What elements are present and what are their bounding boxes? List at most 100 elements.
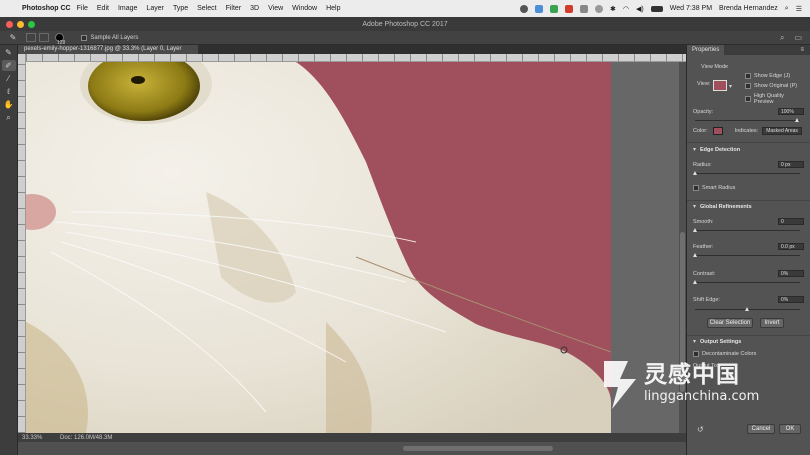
radius-field[interactable]: 0 px	[778, 161, 804, 168]
menu-select[interactable]: Select	[197, 5, 216, 12]
horizontal-scrollbar[interactable]	[18, 442, 686, 455]
dropbox-icon[interactable]	[535, 4, 544, 13]
reset-icon[interactable]: ↺	[697, 425, 704, 434]
high-quality-row[interactable]: High Quality Preview	[745, 93, 804, 105]
show-edge-row[interactable]: Show Edge (J)	[745, 73, 804, 79]
watermark-url: lingganchina.com	[644, 389, 760, 404]
menu-3d[interactable]: 3D	[250, 5, 259, 12]
options-bar: ✎ 128 Sample All Layers ⌕ ▭	[0, 31, 810, 46]
edge-detection-header[interactable]: ▾ Edge Detection	[693, 146, 804, 154]
search-icon[interactable]: ⌕	[780, 33, 784, 43]
hand-tool-icon[interactable]: ✋	[2, 99, 16, 110]
document-canvas[interactable]	[26, 62, 611, 433]
smooth-field[interactable]: 0	[778, 218, 804, 225]
high-quality-checkbox[interactable]	[745, 96, 751, 102]
shift-edge-label: Shift Edge:	[693, 296, 720, 303]
sync-icon[interactable]	[580, 4, 589, 13]
color-swatch[interactable]	[712, 127, 723, 135]
shift-edge-field[interactable]: 0%	[778, 296, 804, 303]
chevron-down-icon[interactable]: ▾	[693, 146, 696, 153]
evernote-icon[interactable]	[550, 4, 559, 13]
feather-label: Feather:	[693, 243, 714, 250]
show-original-checkbox[interactable]	[745, 83, 751, 89]
menu-type[interactable]: Type	[173, 5, 188, 12]
output-settings-header[interactable]: ▾ Output Settings	[693, 338, 804, 346]
menu-image[interactable]: Image	[118, 5, 137, 12]
volume-icon[interactable]: ◀)	[636, 5, 644, 13]
cancel-button[interactable]: Cancel	[747, 424, 775, 434]
smart-radius-row[interactable]: Smart Radius	[693, 185, 804, 191]
horizontal-scroll-thumb[interactable]	[403, 446, 553, 451]
radius-slider-knob[interactable]	[693, 171, 697, 175]
wifi-icon[interactable]: ◠	[623, 5, 629, 13]
brush-tool-icon[interactable]: ⁄	[2, 73, 16, 84]
menu-edit[interactable]: Edit	[97, 5, 109, 12]
menu-window[interactable]: Window	[292, 5, 317, 12]
opacity-slider[interactable]	[695, 118, 800, 122]
add-brush-mode-button[interactable]	[26, 33, 36, 42]
smooth-slider[interactable]	[693, 228, 800, 232]
panel-menu-icon[interactable]: ≡	[800, 47, 810, 53]
status-bar: 33.33% Doc: 126.0M/48.3M	[18, 433, 686, 442]
adobe-cc-icon[interactable]	[565, 4, 574, 13]
opacity-field[interactable]: 100%	[778, 108, 804, 115]
refine-edge-brush-tool-icon[interactable]: ✐	[1, 60, 16, 71]
contrast-field[interactable]: 0%	[778, 270, 804, 277]
view-dropdown-icon[interactable]: ▾	[729, 83, 732, 90]
menu-layer[interactable]: Layer	[146, 5, 164, 12]
clear-selection-button[interactable]: Clear Selection	[707, 318, 753, 328]
time-machine-icon[interactable]	[595, 4, 604, 13]
vertical-ruler[interactable]	[18, 54, 26, 433]
contrast-slider[interactable]	[693, 280, 800, 284]
feather-slider[interactable]	[693, 253, 800, 257]
shift-edge-slider[interactable]	[695, 307, 800, 311]
subtract-brush-mode-button[interactable]	[39, 33, 49, 42]
battery-icon[interactable]	[650, 5, 663, 12]
indicates-select[interactable]: Masked Areas	[762, 127, 802, 135]
radius-slider[interactable]	[693, 171, 800, 175]
app-menu[interactable]: Photoshop CC	[22, 5, 71, 12]
contrast-slider-knob[interactable]	[693, 280, 697, 284]
feather-slider-knob[interactable]	[693, 253, 697, 257]
properties-tab[interactable]: Properties	[687, 45, 725, 55]
record-icon[interactable]	[520, 4, 529, 13]
zoom-tool-icon[interactable]: ⌕	[2, 112, 16, 123]
show-original-row[interactable]: Show Original (P)	[745, 83, 804, 89]
bluetooth-icon[interactable]: ✱	[610, 5, 616, 13]
color-row: Color: Indicates: Masked Areas	[693, 127, 804, 135]
lasso-tool-icon[interactable]: ℓ	[2, 86, 16, 97]
workspace-switcher-icon[interactable]: ▭	[794, 33, 802, 43]
menu-clock[interactable]: Wed 7:38 PM	[670, 5, 712, 12]
horizontal-ruler[interactable]	[26, 54, 686, 62]
spotlight-icon[interactable]: ⌕	[785, 5, 789, 13]
refine-brush-preset-icon[interactable]: ✎	[6, 32, 20, 43]
zoom-level[interactable]: 33.33%	[18, 435, 46, 441]
show-edge-checkbox[interactable]	[745, 73, 751, 79]
menu-view[interactable]: View	[268, 5, 283, 12]
document-info[interactable]: Doc: 126.0M/48.3M	[60, 435, 112, 441]
menu-help[interactable]: Help	[326, 5, 340, 12]
chevron-down-icon[interactable]: ▾	[693, 203, 696, 210]
smooth-row: Smooth: 0	[693, 218, 804, 225]
cat-photo	[26, 62, 611, 433]
invert-button[interactable]: Invert	[760, 318, 784, 328]
notification-center-icon[interactable]: ☰	[796, 5, 802, 13]
smooth-slider-knob[interactable]	[693, 228, 697, 232]
quick-selection-tool-icon[interactable]: ✎	[2, 47, 16, 58]
opacity-slider-knob[interactable]	[795, 118, 799, 122]
show-original-label: Show Original (P)	[754, 83, 798, 89]
sample-all-layers-checkbox[interactable]	[81, 34, 88, 41]
shift-edge-slider-knob[interactable]	[745, 307, 749, 311]
window-title-bar: Adobe Photoshop CC 2017	[0, 17, 810, 31]
ok-button[interactable]: OK	[779, 424, 801, 434]
divider	[687, 200, 810, 201]
menu-filter[interactable]: Filter	[226, 5, 242, 12]
view-mode-thumbnail[interactable]	[713, 80, 727, 91]
menu-file[interactable]: File	[77, 5, 88, 12]
document-tab[interactable]: pexels-emily-hopper-1316877.jpg @ 33.3% …	[18, 45, 198, 61]
feather-field[interactable]: 0.0 px	[778, 243, 804, 250]
smart-radius-checkbox[interactable]	[693, 185, 699, 191]
menu-user[interactable]: Brenda Hernandez	[719, 5, 778, 12]
global-refinements-header[interactable]: ▾ Global Refinements	[693, 203, 804, 211]
chevron-down-icon[interactable]: ▾	[693, 338, 696, 345]
